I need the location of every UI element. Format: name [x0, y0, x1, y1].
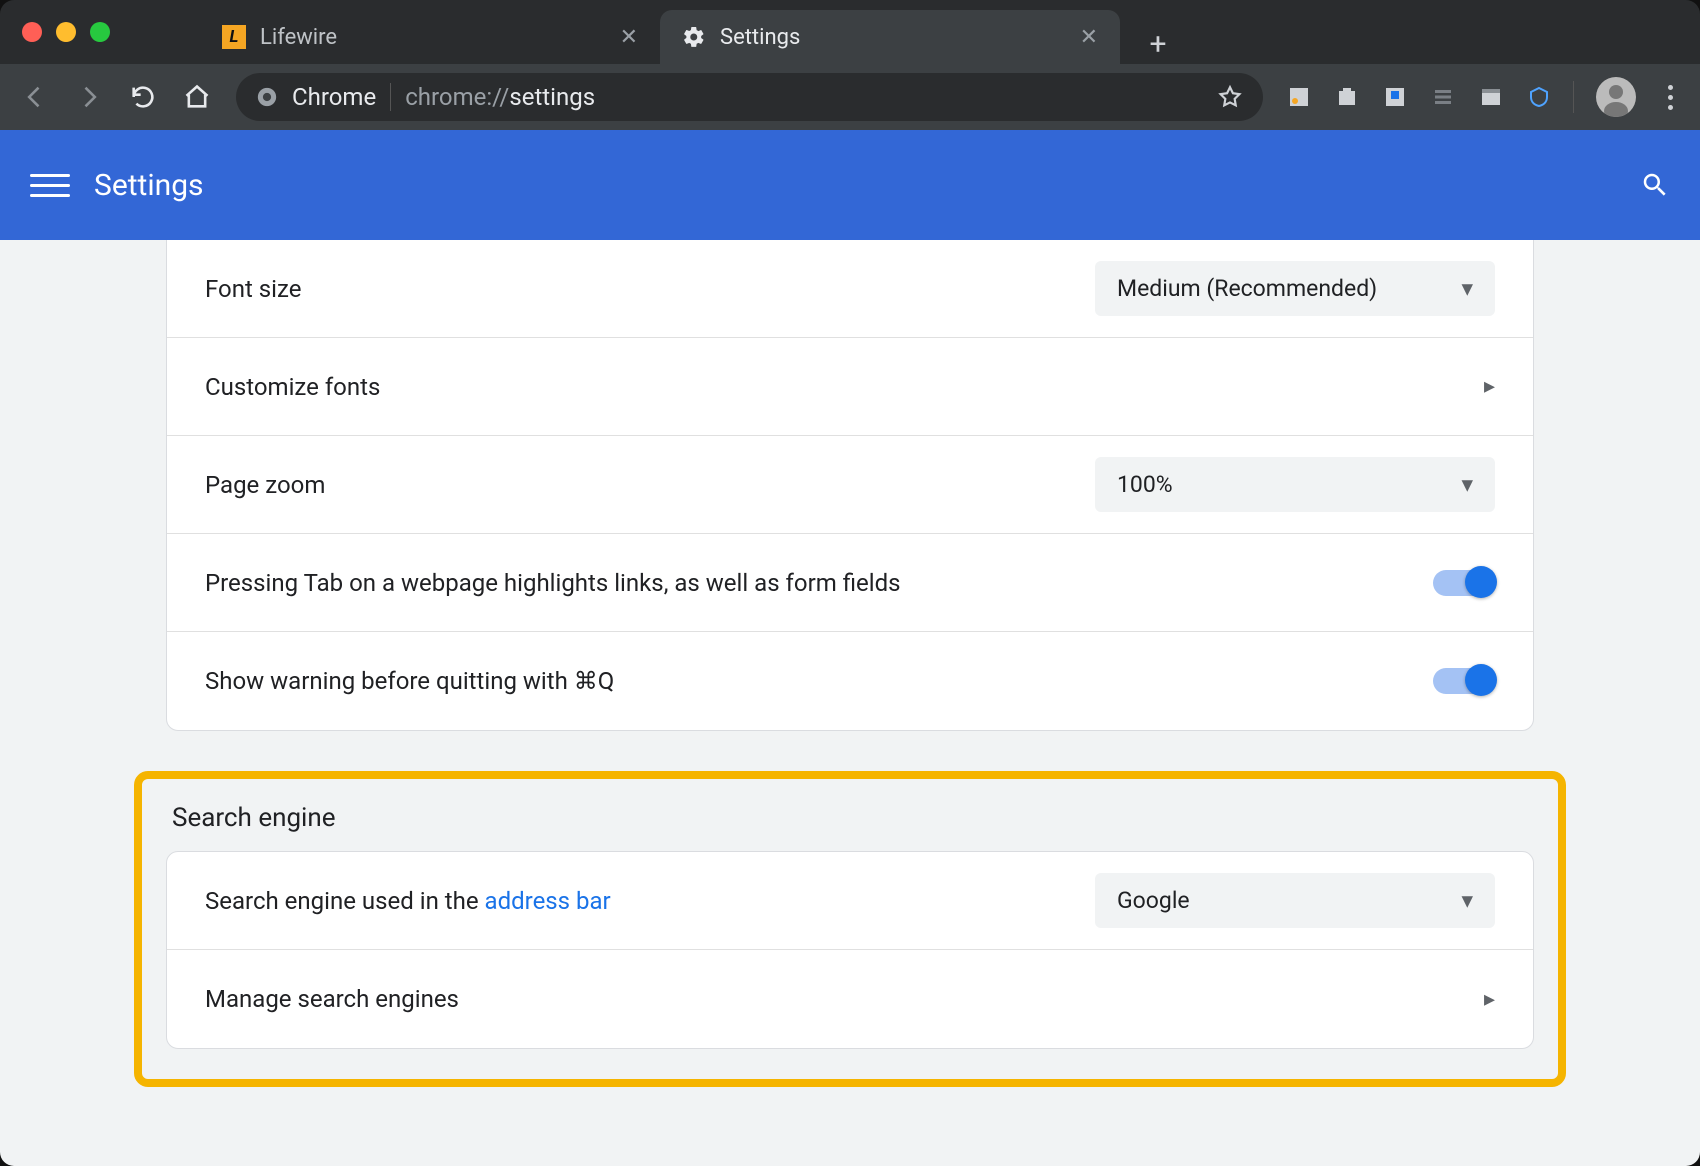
quit-warning-label: Show warning before quitting with ⌘Q: [205, 667, 614, 695]
font-size-label: Font size: [205, 275, 301, 303]
search-engine-card: Search engine used in the address bar Go…: [166, 851, 1534, 1049]
close-tab-icon[interactable]: ✕: [1080, 25, 1098, 50]
fullscreen-window-button[interactable]: [90, 22, 110, 42]
dropdown-value: Medium (Recommended): [1117, 275, 1377, 302]
tab-lifewire[interactable]: L Lifewire ✕: [200, 10, 660, 64]
minimize-window-button[interactable]: [56, 22, 76, 42]
address-bar-link[interactable]: address bar: [485, 887, 611, 915]
extension-icon[interactable]: [1421, 75, 1465, 119]
new-tab-button[interactable]: +: [1138, 24, 1178, 64]
quit-warning-row: Show warning before quitting with ⌘Q: [167, 632, 1533, 730]
search-engine-label: Search engine used in the address bar: [205, 887, 611, 915]
tab-strip: L Lifewire ✕ Settings ✕ +: [200, 0, 1178, 64]
tab-highlight-toggle[interactable]: [1433, 570, 1495, 596]
font-size-row: Font size Medium (Recommended) ▾: [167, 240, 1533, 338]
extension-icon[interactable]: [1373, 75, 1417, 119]
close-tab-icon[interactable]: ✕: [620, 25, 638, 50]
site-info-chip[interactable]: Chrome: [256, 83, 376, 111]
chevron-right-icon: ▸: [1484, 374, 1495, 399]
titlebar: L Lifewire ✕ Settings ✕ +: [0, 0, 1700, 64]
gear-icon: [682, 25, 706, 49]
customize-fonts-label: Customize fonts: [205, 373, 380, 401]
tab-settings[interactable]: Settings ✕: [660, 10, 1120, 64]
search-icon: [1640, 170, 1670, 200]
tab-title: Settings: [720, 25, 1066, 50]
font-size-dropdown[interactable]: Medium (Recommended) ▾: [1095, 261, 1495, 316]
kebab-menu-icon[interactable]: [1650, 85, 1690, 110]
section-title: Search engine: [172, 803, 1534, 833]
search-engine-dropdown[interactable]: Google ▾: [1095, 873, 1495, 928]
manage-search-engines-label: Manage search engines: [205, 985, 459, 1013]
extension-icon[interactable]: [1517, 75, 1561, 119]
search-engine-row: Search engine used in the address bar Go…: [167, 852, 1533, 950]
reload-button[interactable]: [118, 72, 168, 122]
tab-highlight-label: Pressing Tab on a webpage highlights lin…: [205, 569, 901, 597]
search-engine-highlight: Search engine Search engine used in the …: [134, 771, 1566, 1087]
profile-avatar[interactable]: [1596, 77, 1636, 117]
dropdown-value: 100%: [1117, 471, 1173, 498]
customize-fonts-row[interactable]: Customize fonts ▸: [167, 338, 1533, 436]
caret-down-icon: ▾: [1461, 471, 1473, 498]
window-controls: [22, 22, 110, 42]
page-zoom-row: Page zoom 100% ▾: [167, 436, 1533, 534]
close-window-button[interactable]: [22, 22, 42, 42]
caret-down-icon: ▾: [1461, 275, 1473, 302]
address-bar[interactable]: Chrome chrome://settings: [236, 73, 1263, 121]
tab-highlight-row: Pressing Tab on a webpage highlights lin…: [167, 534, 1533, 632]
home-button[interactable]: [172, 72, 222, 122]
settings-content: Font size Medium (Recommended) ▾ Customi…: [0, 240, 1700, 1166]
chrome-icon: [256, 86, 278, 108]
search-button[interactable]: [1640, 170, 1670, 200]
url-text: chrome://settings: [405, 83, 1203, 111]
extension-icon[interactable]: [1277, 75, 1321, 119]
browser-toolbar: Chrome chrome://settings: [0, 64, 1700, 130]
bookmark-star-icon[interactable]: [1217, 84, 1243, 110]
origin-label: Chrome: [292, 83, 376, 111]
page-zoom-label: Page zoom: [205, 471, 325, 499]
tab-title: Lifewire: [260, 25, 606, 50]
back-button[interactable]: [10, 72, 60, 122]
page-title: Settings: [94, 168, 1640, 203]
appearance-card: Font size Medium (Recommended) ▾ Customi…: [166, 240, 1534, 731]
caret-down-icon: ▾: [1461, 887, 1473, 914]
page-zoom-dropdown[interactable]: 100% ▾: [1095, 457, 1495, 512]
chevron-right-icon: ▸: [1484, 987, 1495, 1012]
divider: [1573, 81, 1574, 113]
manage-search-engines-row[interactable]: Manage search engines ▸: [167, 950, 1533, 1048]
extension-icon[interactable]: [1469, 75, 1513, 119]
hamburger-menu-icon[interactable]: [30, 165, 70, 205]
quit-warning-toggle[interactable]: [1433, 668, 1495, 694]
dropdown-value: Google: [1117, 887, 1190, 914]
forward-button[interactable]: [64, 72, 114, 122]
lifewire-favicon: L: [222, 25, 246, 49]
extension-icon[interactable]: [1325, 75, 1369, 119]
divider: [390, 83, 391, 111]
settings-header: Settings: [0, 130, 1700, 240]
